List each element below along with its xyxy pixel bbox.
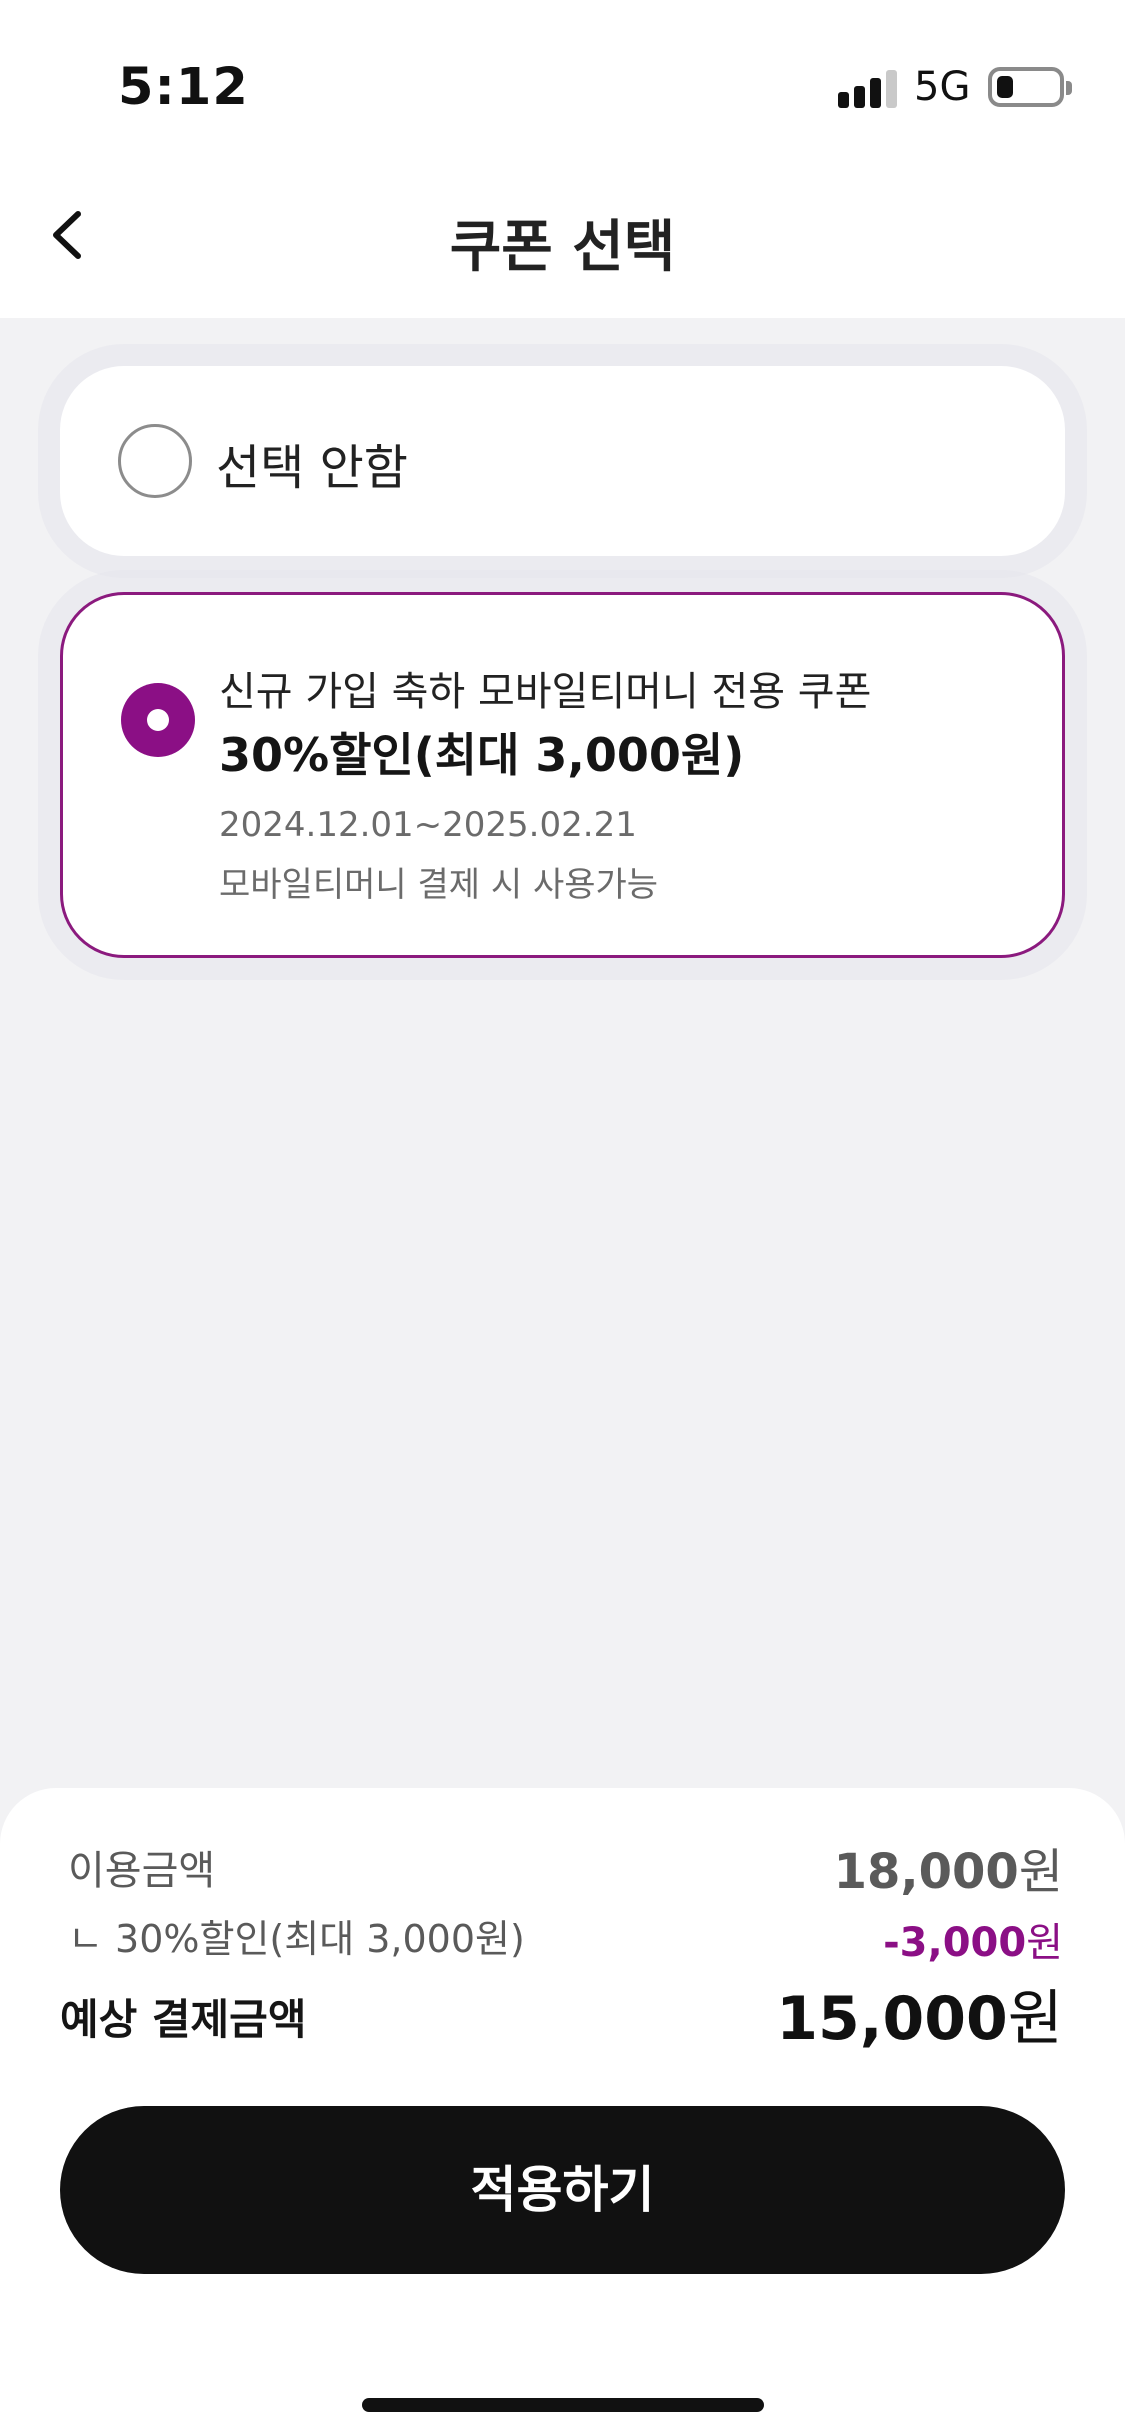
- status-time: 5:12: [118, 58, 249, 117]
- radio-unselected-icon[interactable]: [118, 424, 192, 498]
- discount-label: ㄴ 30%할인(최대 3,000원): [68, 1917, 525, 1961]
- coupon-discount: 30%할인(최대 3,000원): [219, 728, 745, 782]
- total-amount-value: 15,000원: [776, 1970, 1063, 2057]
- option-coupon[interactable]: 신규 가입 축하 모바일티머니 전용 쿠폰 30%할인(최대 3,000원) 2…: [60, 592, 1065, 958]
- total-amount-number: 15,000: [776, 1984, 1008, 2054]
- usage-amount-unit: 원: [1018, 1844, 1063, 1900]
- discount-value: -3,000원: [883, 1910, 1063, 1968]
- coupon-period: 2024.12.01~2025.02.21: [219, 805, 637, 845]
- option-no-coupon-label: 선택 안함: [216, 440, 408, 496]
- radio-selected-icon[interactable]: [121, 683, 195, 757]
- usage-amount-label: 이용금액: [68, 1848, 216, 1894]
- payment-summary-sheet: 이용금액 18,000원 ㄴ 30%할인(최대 3,000원) -3,000원 …: [0, 1788, 1125, 2436]
- coupon-condition: 모바일티머니 결제 시 사용가능: [219, 865, 659, 905]
- discount-unit: 원: [1026, 1920, 1063, 1966]
- home-indicator[interactable]: [362, 2398, 764, 2412]
- total-amount-label: 예상 결제금액: [60, 1995, 307, 2044]
- page-header: 쿠폰 선택: [0, 180, 1125, 318]
- status-bar: 5:12 5G: [0, 0, 1125, 180]
- battery-icon: [988, 67, 1072, 107]
- page-title: 쿠폰 선택: [449, 215, 676, 280]
- usage-amount-number: 18,000: [833, 1844, 1019, 1900]
- discount-number: -3,000: [883, 1920, 1027, 1966]
- signal-strength-icon: [838, 70, 900, 108]
- apply-button[interactable]: 적용하기: [60, 2106, 1065, 2274]
- battery-level: [997, 76, 1013, 98]
- network-label: 5G: [914, 64, 971, 110]
- coupon-title: 신규 가입 축하 모바일티머니 전용 쿠폰: [219, 669, 872, 715]
- option-no-coupon[interactable]: 선택 안함: [60, 366, 1065, 556]
- usage-amount-value: 18,000원: [834, 1832, 1063, 1902]
- total-amount-unit: 원: [1007, 1984, 1063, 2054]
